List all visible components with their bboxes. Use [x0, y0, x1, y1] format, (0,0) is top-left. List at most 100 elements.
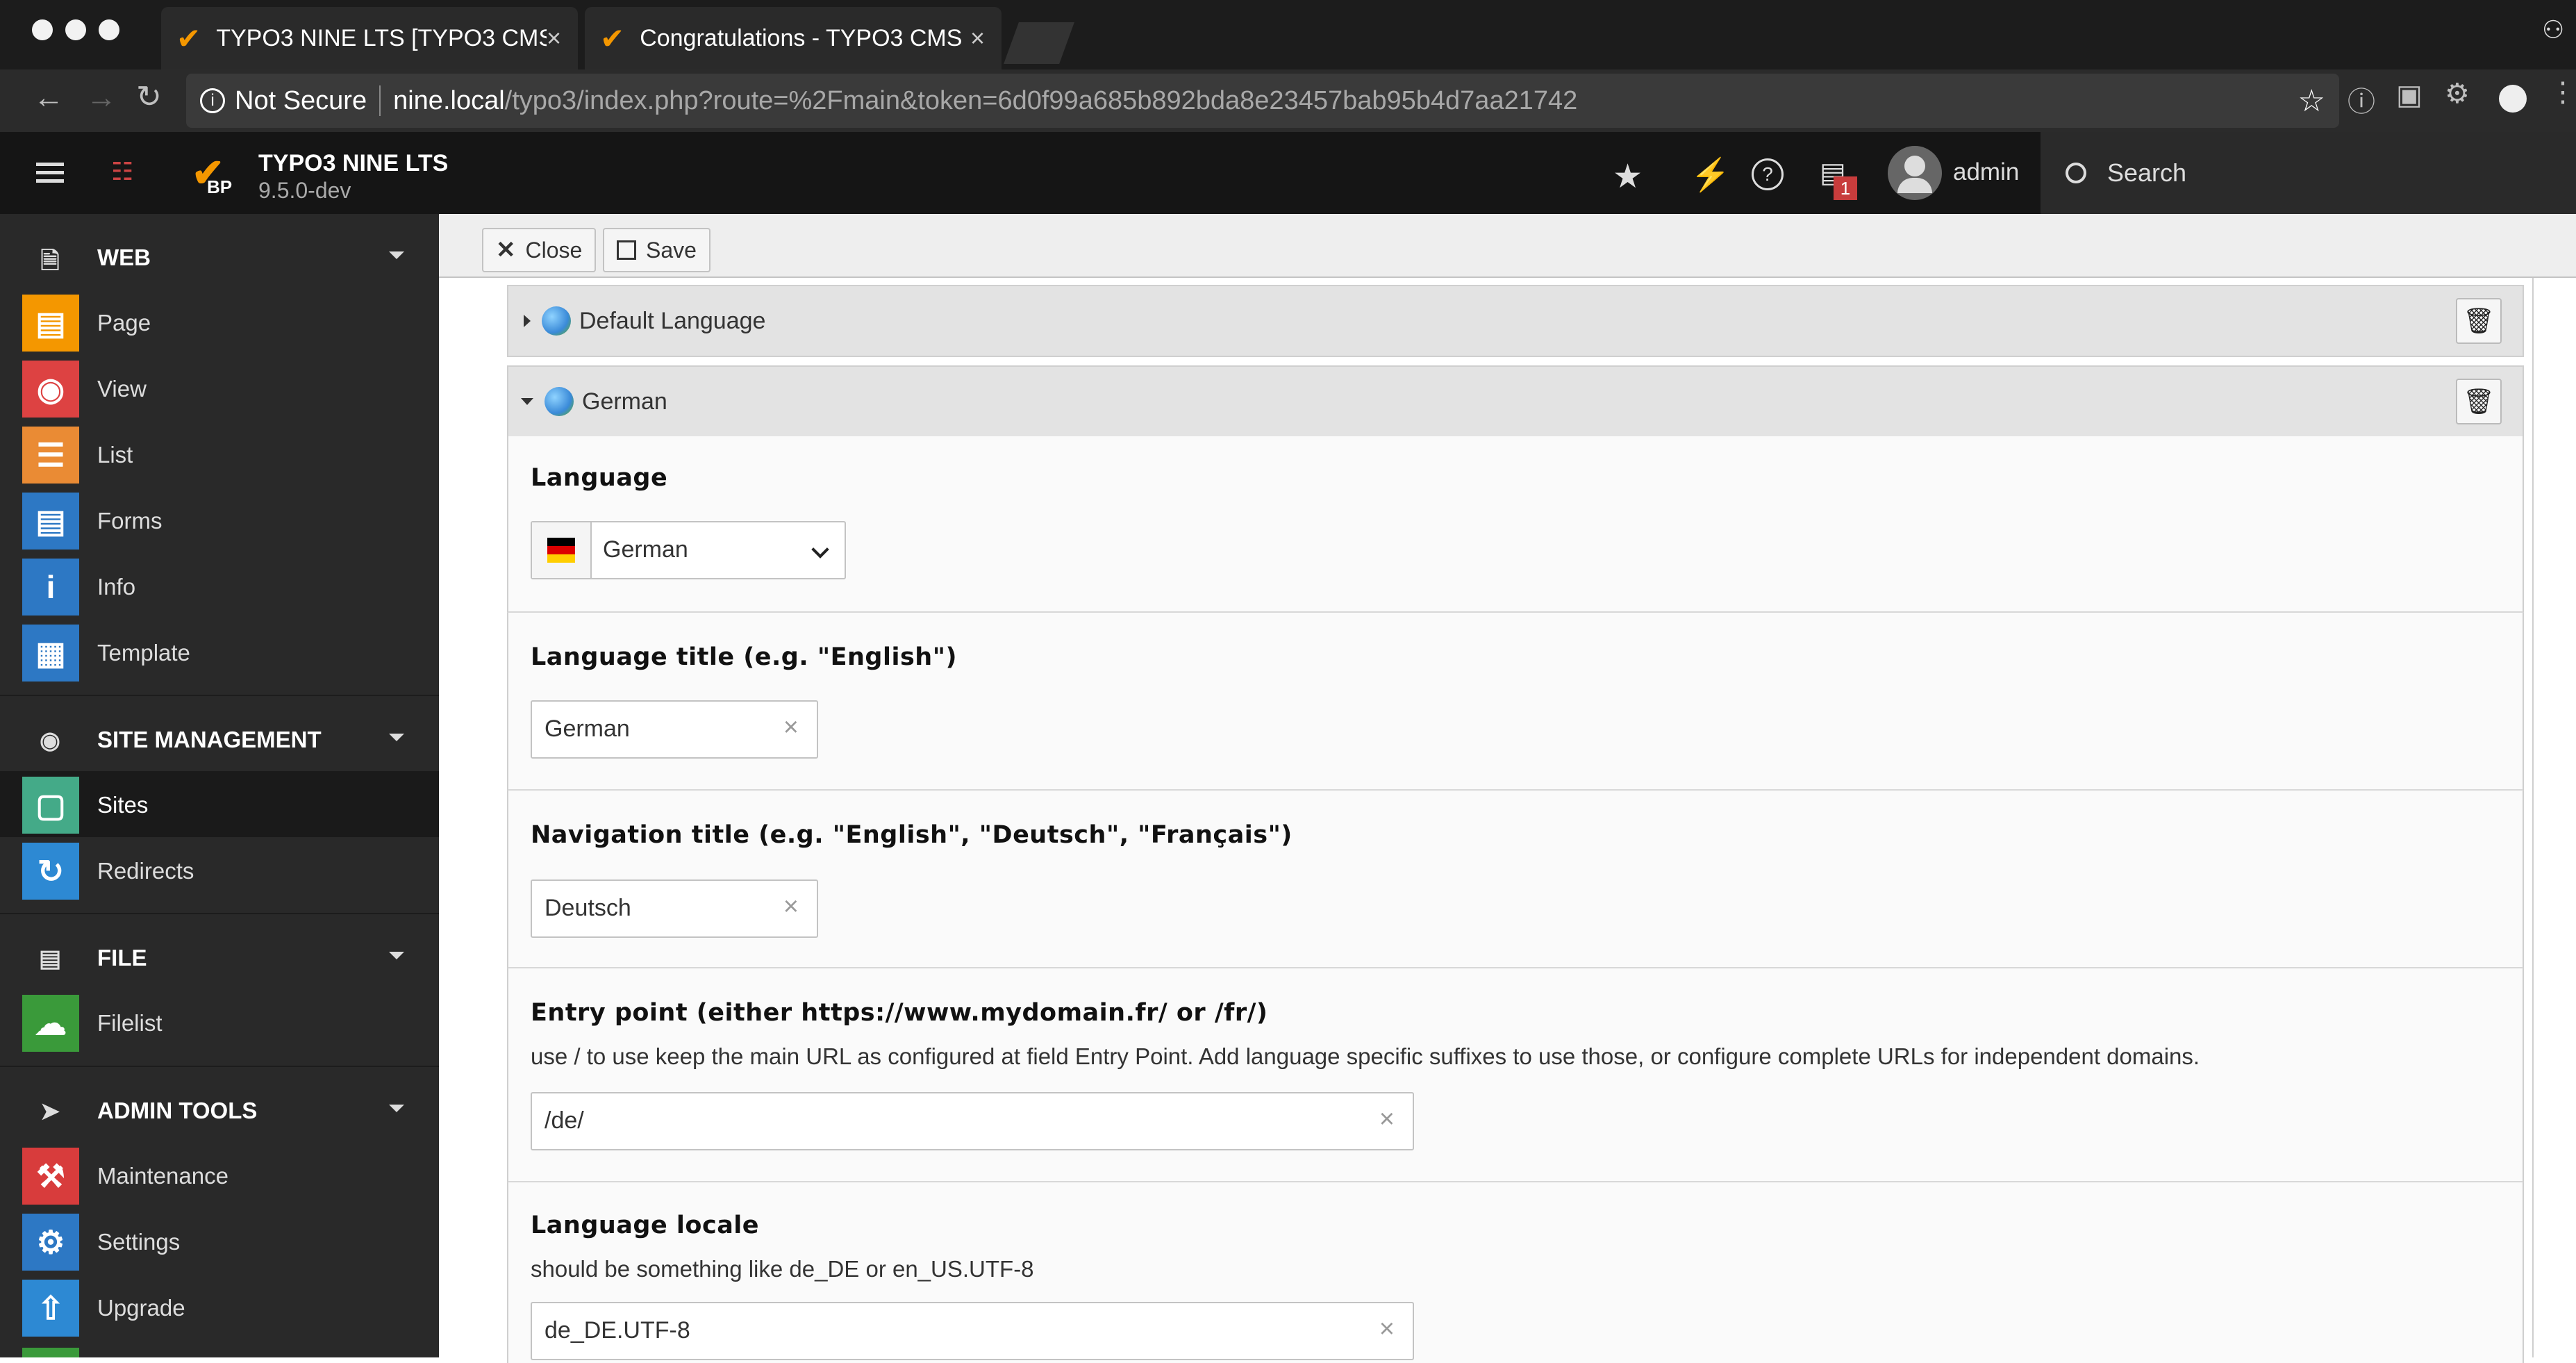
- extension-circle-icon[interactable]: [2499, 85, 2527, 113]
- user-avatar[interactable]: [1888, 146, 1942, 200]
- save-button[interactable]: Save: [603, 228, 711, 272]
- navigation-title-input[interactable]: Deutsch ×: [531, 879, 818, 938]
- tab-close-icon[interactable]: ×: [970, 24, 985, 53]
- eye-icon: ◉: [22, 361, 79, 418]
- save-label: Save: [646, 237, 697, 263]
- module-info[interactable]: i Info: [0, 553, 439, 619]
- entry-point-input[interactable]: /de/ ×: [531, 1092, 1414, 1150]
- save-icon: [617, 240, 636, 260]
- module-filelist[interactable]: ☁ Filelist: [0, 989, 439, 1055]
- url-host: nine.local: [393, 85, 505, 115]
- module-upgrade[interactable]: ⇧ Upgrade: [0, 1274, 439, 1340]
- tab-close-icon[interactable]: ×: [547, 24, 561, 53]
- module-page[interactable]: ▤ Page: [0, 289, 439, 355]
- window-maximize-dot[interactable]: [99, 19, 119, 40]
- delete-trash-icon[interactable]: 🗑: [2456, 379, 2502, 424]
- chevron-down-icon: [389, 952, 404, 959]
- url-path: /typo3/index.php?route=%2Fmain&token=6d0…: [504, 85, 1578, 115]
- extension-gear-icon[interactable]: ⚙: [2445, 78, 2470, 110]
- group-label: FILE: [97, 945, 147, 970]
- forward-icon[interactable]: →: [86, 81, 117, 115]
- input-value: /de/: [545, 1107, 584, 1134]
- panel-german-header[interactable]: German 🗑: [507, 365, 2524, 438]
- browser-menu-icon[interactable]: ⋮: [2549, 76, 2576, 108]
- language-select-value: German: [603, 536, 688, 563]
- help-icon[interactable]: ?: [1752, 158, 1784, 190]
- typo3-tab-icon: ✔: [176, 22, 201, 55]
- module-maintenance[interactable]: ⚒ Maintenance: [0, 1142, 439, 1208]
- clear-icon[interactable]: ×: [1379, 1105, 1395, 1134]
- group-admin-tools[interactable]: ➤ ADMIN TOOLS: [0, 1081, 439, 1142]
- notification-badge: 1: [1834, 176, 1857, 200]
- window-minimize-dot[interactable]: [65, 19, 86, 40]
- window-close-dot[interactable]: [32, 19, 53, 40]
- clear-icon[interactable]: ×: [1379, 1314, 1395, 1344]
- chevron-down-icon: [389, 734, 404, 741]
- module-forms[interactable]: ▤ Forms: [0, 487, 439, 553]
- module-redirects[interactable]: ↻ Redirects: [0, 837, 439, 903]
- chevron-down-icon: [389, 251, 404, 259]
- search-toolbar-item[interactable]: Search: [2041, 132, 2576, 214]
- group-label: WEB: [97, 245, 151, 270]
- language-title-input[interactable]: German ×: [531, 700, 818, 759]
- close-button[interactable]: ✕ Close: [482, 228, 597, 272]
- chevron-right-icon: [524, 315, 531, 327]
- field-label-locale: Language locale: [531, 1212, 760, 1239]
- clear-icon[interactable]: ×: [783, 892, 799, 922]
- bookmarks-star-icon[interactable]: ★: [1613, 157, 1643, 196]
- module-sites[interactable]: ▢ Sites: [0, 771, 439, 837]
- group-web[interactable]: 🗎 WEB: [0, 228, 439, 289]
- group-site-management[interactable]: ◉ SITE MANAGEMENT: [0, 710, 439, 771]
- module-menu: 🗎 WEB ▤ Page ◉ View ☰ List ▤ Forms i Inf…: [0, 214, 439, 1357]
- page-module-icon: ▤: [22, 295, 79, 352]
- module-label: Page: [97, 310, 151, 336]
- hamburger-menu-icon[interactable]: [36, 163, 64, 183]
- back-icon[interactable]: ←: [33, 81, 64, 115]
- module-list[interactable]: ☰ List: [0, 421, 439, 487]
- language-select[interactable]: German: [531, 521, 846, 579]
- flash-cache-icon[interactable]: ⚡: [1690, 156, 1730, 194]
- bookmark-star-icon[interactable]: ☆: [2298, 83, 2325, 119]
- tab-title: Congratulations - TYPO3 CMS: [640, 24, 963, 51]
- locale-input[interactable]: de_DE.UTF-8 ×: [531, 1302, 1414, 1360]
- module-label: Info: [97, 574, 136, 600]
- extension-info-icon[interactable]: ⓘ: [2348, 79, 2375, 119]
- input-value: de_DE.UTF-8: [545, 1317, 690, 1344]
- module-settings[interactable]: ⚙ Settings: [0, 1208, 439, 1274]
- username-label[interactable]: admin: [1953, 158, 2019, 186]
- clear-icon[interactable]: ×: [783, 713, 799, 743]
- module-label: Upgrade: [97, 1295, 185, 1321]
- page-tree-toggle-icon[interactable]: ☷: [111, 157, 133, 186]
- module-label: Settings: [97, 1229, 181, 1255]
- module-view[interactable]: ◉ View: [0, 355, 439, 421]
- logo-badge: BP: [207, 176, 233, 197]
- redirect-icon: ↻: [22, 843, 79, 900]
- typo3-logo[interactable]: ✔ BP: [188, 150, 236, 199]
- gears-icon: ⚙: [22, 1214, 79, 1271]
- module-template[interactable]: ▦ Template: [0, 619, 439, 685]
- browser-tab-strip: ✔ TYPO3 NINE LTS [TYPO3 CMSS × ✔ Congrat…: [0, 0, 2576, 69]
- module-label: Filelist: [97, 1010, 163, 1036]
- wrench-icon: ⚒: [22, 1148, 79, 1205]
- input-value: German: [545, 716, 630, 742]
- image-icon: ▤: [38, 945, 62, 972]
- address-bar[interactable]: i Not Secure nine.local/typo3/index.php?…: [186, 74, 2339, 128]
- field-label-navigation-title: Navigation title (e.g. "English", "Deuts…: [531, 821, 1293, 849]
- panel-default-language-header[interactable]: Default Language 🗑: [507, 285, 2524, 357]
- module-label: Forms: [97, 508, 163, 534]
- browser-tab-typo3[interactable]: ✔ TYPO3 NINE LTS [TYPO3 CMSS ×: [161, 7, 578, 69]
- extension-camera-icon[interactable]: ▣: [2396, 79, 2423, 111]
- group-label: ADMIN TOOLS: [97, 1098, 258, 1123]
- module-next-icon[interactable]: [22, 1348, 79, 1357]
- reload-icon[interactable]: ↻: [136, 79, 162, 115]
- panel-title: German: [582, 388, 667, 415]
- browser-tab-congratulations[interactable]: ✔ Congratulations - TYPO3 CMS ×: [585, 7, 1002, 69]
- group-divider: [0, 913, 439, 914]
- delete-trash-icon[interactable]: 🗑: [2456, 298, 2502, 344]
- new-tab-button[interactable]: [1004, 22, 1074, 64]
- chevron-down-icon: [521, 398, 533, 405]
- field-label-language-title: Language title (e.g. "English"): [531, 643, 957, 671]
- group-file[interactable]: ▤ FILE: [0, 928, 439, 989]
- panel-title: Default Language: [579, 307, 766, 334]
- info-icon: i: [22, 559, 79, 616]
